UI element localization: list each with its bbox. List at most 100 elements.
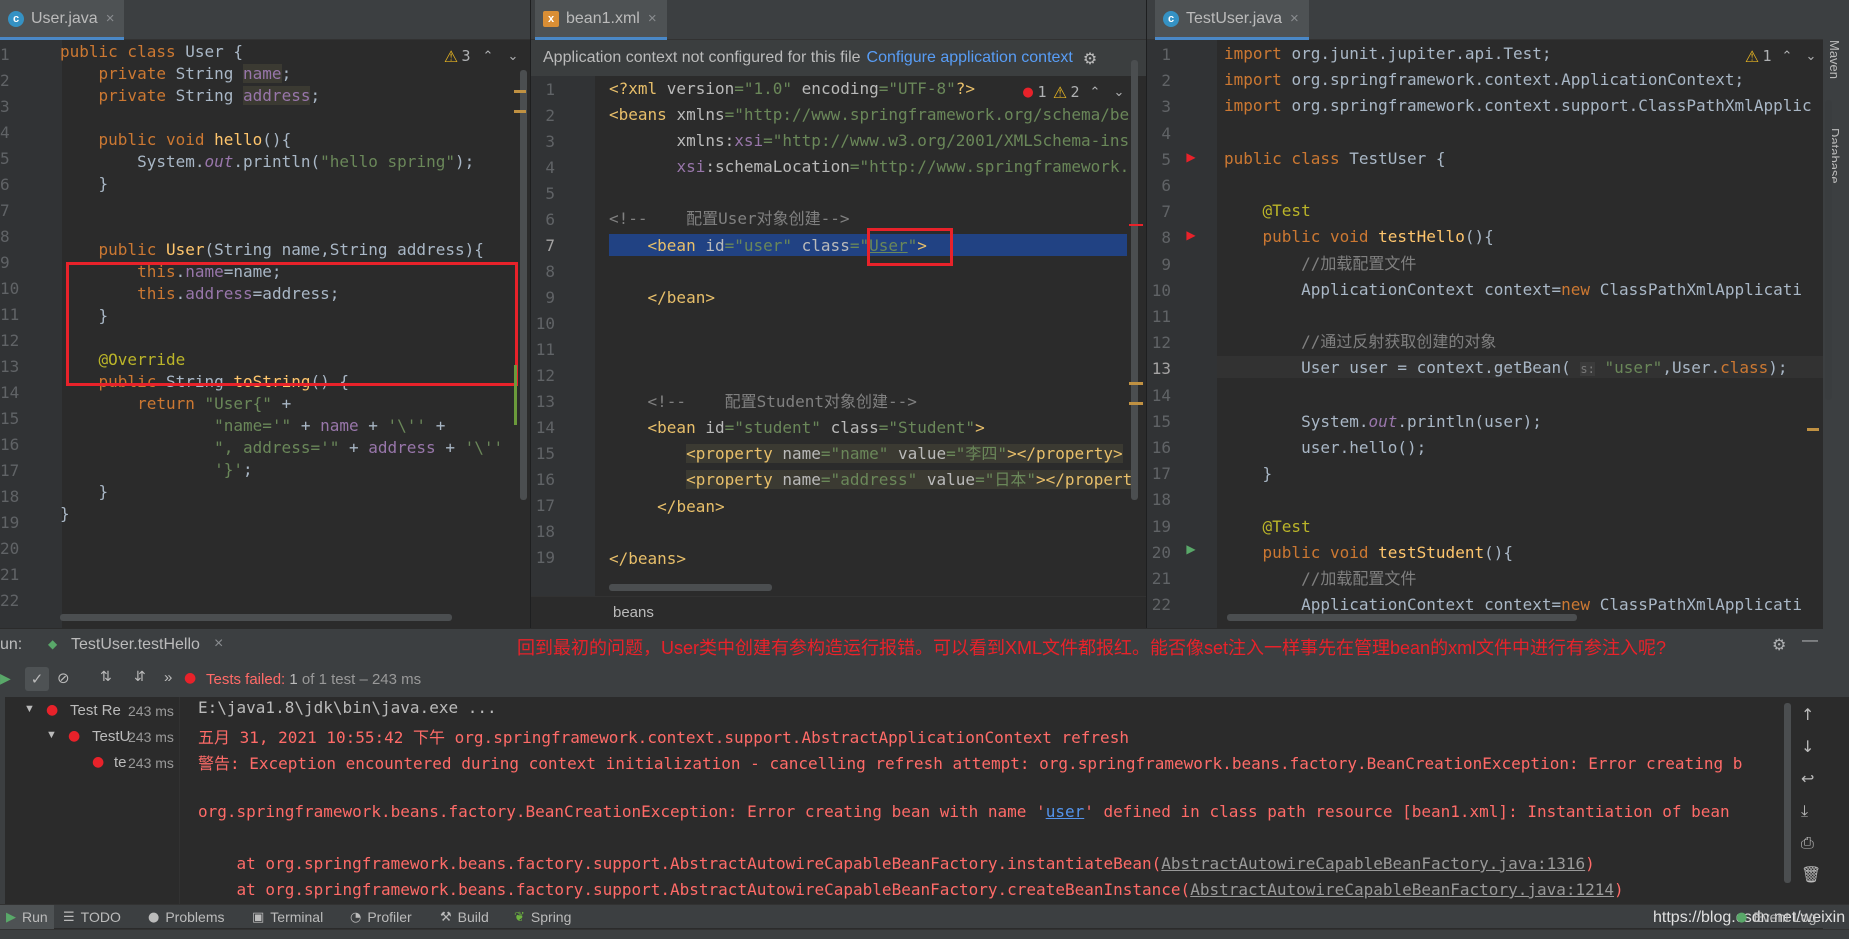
- line-number: 4: [545, 158, 555, 177]
- bean1-xml-editor[interactable]: x bean1.xml × Application context not co…: [531, 0, 1146, 628]
- tree-item-label[interactable]: TestU: [92, 728, 130, 745]
- minimize-icon[interactable]: —: [1802, 632, 1818, 650]
- line-number: 22: [1151, 595, 1171, 615]
- testuser-java-tabbar: c TestUser.java ×: [1147, 0, 1823, 40]
- scroll-to-end-icon[interactable]: ⤓: [1801, 801, 1808, 821]
- tree-item-label[interactable]: Test Re: [70, 702, 121, 719]
- profiler-icon: ◔: [350, 909, 362, 925]
- show-passed-icon[interactable]: ✓: [25, 667, 49, 691]
- test-config-icon: ◆: [48, 637, 58, 651]
- user-java-editor[interactable]: c User.java × 1 2 3 4 5 6 7 8 9 10 11 12…: [0, 0, 530, 628]
- testuser-java-code[interactable]: import org.junit.jupiter.api.Test; impor…: [1224, 41, 1812, 618]
- vertical-scrollbar[interactable]: [1825, 100, 1832, 400]
- chevron-down-icon[interactable]: ▼: [24, 703, 35, 715]
- line-number: 10: [535, 314, 555, 333]
- close-icon[interactable]: ×: [214, 635, 223, 653]
- tab-run-config[interactable]: TestUser.testHello: [71, 636, 200, 654]
- spring-leaf-icon: ❦: [514, 909, 525, 925]
- horizontal-scrollbar[interactable]: [60, 614, 452, 621]
- bean-name-link[interactable]: user: [1046, 802, 1085, 821]
- spring-tool-button[interactable]: ❦ Spring: [514, 909, 571, 925]
- tab-bean1-xml[interactable]: x bean1.xml ×: [535, 0, 667, 40]
- line-number: 17: [1151, 464, 1171, 484]
- console-line: org.springframework.beans.factory.BeanCr…: [198, 802, 1740, 821]
- print-icon[interactable]: ⎙: [1801, 833, 1814, 853]
- more-icon[interactable]: »: [164, 669, 172, 686]
- source-link[interactable]: AbstractAutowireCapableBeanFactory.java:…: [1190, 880, 1614, 899]
- source-link[interactable]: AbstractAutowireCapableBeanFactory.java:…: [1161, 854, 1585, 873]
- warning-marker[interactable]: [514, 90, 526, 93]
- line-number: 6: [1161, 176, 1171, 196]
- profiler-tool-button[interactable]: ◔ Profiler: [350, 909, 412, 925]
- event-log-icon: ●: [1736, 909, 1748, 925]
- close-icon[interactable]: ×: [1290, 10, 1299, 27]
- error-icon: ●: [92, 754, 105, 770]
- build-tool-button[interactable]: ⚒ Build: [440, 909, 489, 925]
- show-ignored-icon[interactable]: ⊘: [57, 669, 70, 687]
- configure-context-link[interactable]: Configure application context: [867, 49, 1073, 67]
- hammer-icon: ⚒: [440, 909, 452, 925]
- rerun-icon[interactable]: ▶: [0, 671, 11, 687]
- class-icon: c: [8, 10, 24, 27]
- event-log-button[interactable]: ● Event Log: [1736, 909, 1816, 925]
- warning-marker[interactable]: [514, 110, 526, 113]
- close-icon[interactable]: ×: [106, 10, 115, 27]
- error-marker[interactable]: [1129, 224, 1143, 226]
- run-test-icon[interactable]: ▶: [1183, 148, 1199, 166]
- testuser-java-editor[interactable]: c TestUser.java × 1 2 3 4 5 6 7 8 9 10 1…: [1147, 0, 1823, 628]
- sort-alpha-icon[interactable]: ⇅: [100, 669, 112, 685]
- list-icon: ☰: [63, 909, 75, 925]
- tab-user-java[interactable]: c User.java ×: [0, 0, 125, 40]
- maven-tool-button[interactable]: Maven: [1827, 40, 1842, 79]
- console-output[interactable]: E:\java1.8\jdk\bin\java.exe ... 五月 31, 2…: [181, 697, 1849, 909]
- breadcrumb-beans[interactable]: beans: [613, 604, 654, 621]
- console-line: E:\java1.8\jdk\bin\java.exe ...: [198, 698, 497, 717]
- console-line: at org.springframework.beans.factory.sup…: [198, 854, 1595, 873]
- change-marker[interactable]: [514, 365, 517, 425]
- line-number: 19: [1151, 516, 1171, 536]
- tree-item-label[interactable]: te: [114, 754, 127, 771]
- tab-testuser-java[interactable]: c TestUser.java ×: [1155, 0, 1309, 40]
- user-java-tabbar: c User.java ×: [0, 0, 530, 40]
- chevron-down-icon[interactable]: ▼: [46, 729, 57, 741]
- line-number: 21: [0, 562, 19, 588]
- horizontal-scrollbar[interactable]: [1227, 614, 1577, 621]
- line-number: 1: [0, 45, 10, 64]
- bean1-xml-tabbar: x bean1.xml ×: [531, 0, 1146, 40]
- console-line: 警告: Exception encountered during context…: [198, 754, 1743, 773]
- run-test-icon[interactable]: ▶: [1183, 226, 1199, 244]
- bean1-xml-code[interactable]: <?xml version="1.0" encoding="UTF-8"?> <…: [609, 76, 1133, 572]
- line-number: 20: [0, 536, 19, 562]
- line-number: 2: [0, 71, 10, 90]
- arrow-down-icon[interactable]: ↓: [1801, 737, 1814, 756]
- gear-icon[interactable]: ⚙: [1083, 49, 1097, 68]
- run-tool-button[interactable]: ▶ Run: [0, 905, 54, 929]
- run-test-icon[interactable]: ▶: [1183, 540, 1199, 558]
- line-number: 11: [1151, 307, 1171, 327]
- line-number: 18: [535, 522, 555, 541]
- test-status: Tests failed: 1 of 1 test – 243 ms: [206, 671, 422, 688]
- problems-tool-button[interactable]: ● Problems: [148, 909, 224, 925]
- app-context-banner: Application context not configured for t…: [531, 40, 1146, 76]
- banner-message: Application context not configured for t…: [543, 49, 861, 66]
- warning-marker[interactable]: [1807, 428, 1819, 431]
- vertical-scrollbar[interactable]: [1784, 703, 1791, 883]
- soft-wrap-icon[interactable]: ↩: [1801, 769, 1814, 788]
- horizontal-scrollbar[interactable]: [609, 584, 772, 591]
- gear-icon[interactable]: ⚙: [1772, 635, 1786, 654]
- line-number: 13: [0, 354, 19, 380]
- close-icon[interactable]: ×: [648, 10, 657, 27]
- terminal-tool-button[interactable]: ▣ Terminal: [252, 909, 323, 925]
- warning-marker[interactable]: [1129, 402, 1143, 405]
- line-number: 20: [1151, 542, 1171, 562]
- todo-tool-button[interactable]: ☰ TODO: [63, 909, 121, 925]
- trash-icon[interactable]: 🗑: [1801, 865, 1821, 884]
- chevron-down-icon[interactable]: ⌄: [505, 46, 521, 66]
- run-toolbar: ▶ ✓ ⊘ ⇅ ⇵ » ● Tests failed: 1 of 1 test …: [0, 663, 1849, 697]
- tree-item-time: 243 ms: [128, 729, 174, 745]
- vertical-scrollbar[interactable]: [1131, 60, 1138, 500]
- warning-marker[interactable]: [1129, 382, 1143, 385]
- vertical-scrollbar[interactable]: [520, 70, 527, 500]
- arrow-up-icon[interactable]: ↑: [1801, 705, 1814, 724]
- sort-duration-icon[interactable]: ⇵: [134, 669, 146, 685]
